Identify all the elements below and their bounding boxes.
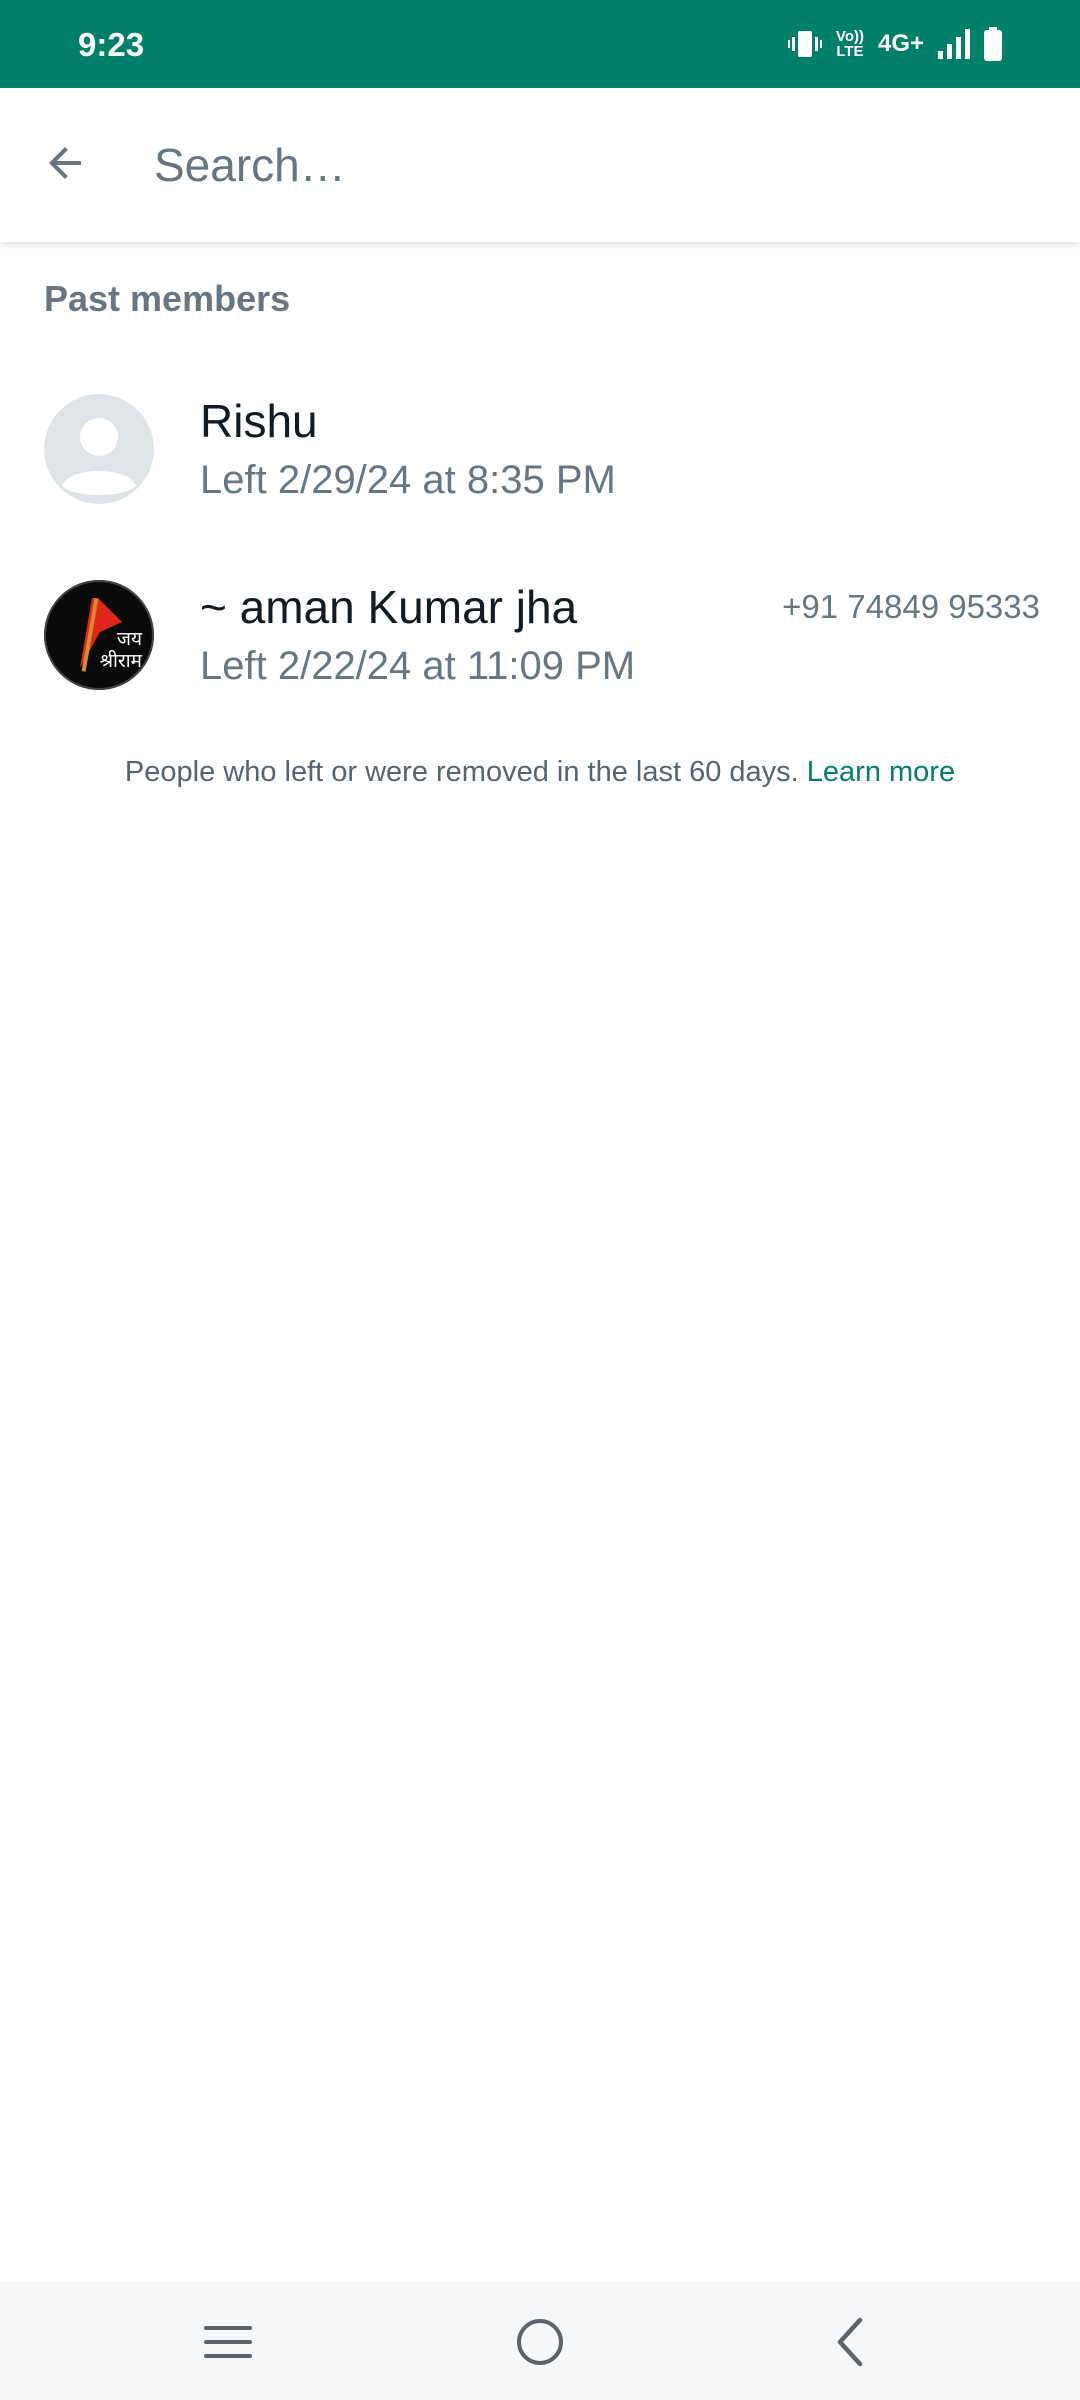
- status-bar: 9:23 Vo)) LTE 4G+: [0, 0, 1080, 88]
- member-status: Left 2/29/24 at 8:35 PM: [200, 458, 616, 502]
- default-avatar: [44, 394, 154, 504]
- volte-icon: Vo)) LTE: [835, 28, 864, 60]
- list-item-member[interactable]: जय श्रीराम ~ aman Kumar jha Left 2/22/24…: [0, 548, 1080, 728]
- signal-icon: [938, 29, 970, 59]
- member-name: ~ aman Kumar jha: [200, 581, 578, 633]
- network-type: 4G+: [877, 30, 924, 57]
- recent-apps-button[interactable]: [183, 2302, 273, 2382]
- photo-avatar: जय श्रीराम: [44, 580, 154, 690]
- list-item-member[interactable]: Rishu Left 2/29/24 at 8:35 PM: [0, 362, 1080, 542]
- arrow-left-icon: [49, 147, 81, 179]
- battery-icon: [984, 27, 1002, 61]
- avatar-text: जय श्रीराम: [99, 628, 142, 672]
- member-phone: +91 74849 95333: [782, 588, 1040, 625]
- recent-apps-icon: [204, 2326, 252, 2358]
- member-status: Left 2/22/24 at 11:09 PM: [200, 644, 636, 688]
- search-bar: [0, 88, 1080, 242]
- home-circle-icon: [517, 2319, 563, 2365]
- past-members-note: People who left or were removed in the l…: [0, 756, 1080, 789]
- member-name: Rishu: [200, 395, 318, 447]
- learn-more-link[interactable]: Learn more: [807, 756, 955, 788]
- system-nav-bar: [0, 2282, 1080, 2400]
- note-text: People who left or were removed in the l…: [124, 756, 799, 788]
- person-icon: [44, 394, 154, 504]
- status-time: 9:23: [78, 26, 145, 63]
- back-chevron-icon: [837, 2317, 863, 2367]
- section-title: Past members: [44, 278, 291, 319]
- home-button[interactable]: [495, 2302, 585, 2382]
- status-icons: Vo)) LTE 4G+: [787, 24, 1002, 64]
- back-button[interactable]: [30, 128, 100, 198]
- nav-back-button[interactable]: [805, 2302, 895, 2382]
- search-input[interactable]: [152, 124, 1016, 206]
- vibrate-icon: [787, 29, 822, 59]
